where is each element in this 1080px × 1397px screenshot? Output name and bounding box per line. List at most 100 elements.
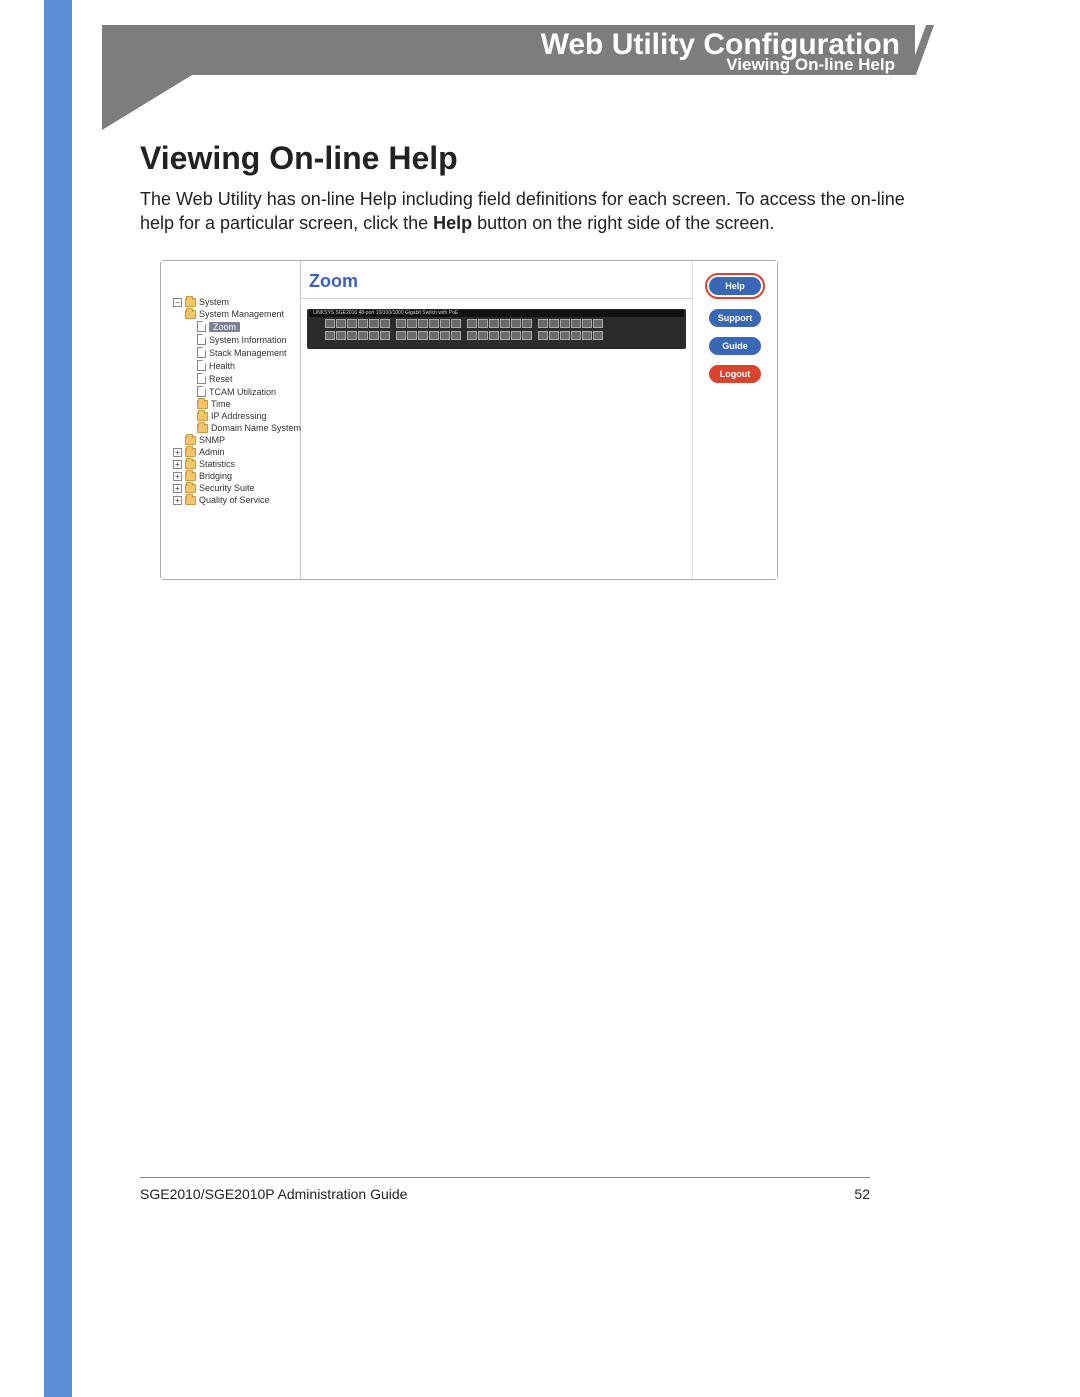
tree-label: System Information bbox=[209, 335, 287, 345]
port-icon bbox=[467, 319, 477, 328]
guide-button[interactable]: Guide bbox=[709, 337, 761, 355]
expand-icon[interactable]: + bbox=[173, 484, 182, 493]
tree-label: Admin bbox=[199, 447, 225, 457]
port-icon bbox=[560, 319, 570, 328]
embedded-screenshot: − System System Management Zoom System I… bbox=[160, 260, 778, 580]
port-icon bbox=[593, 331, 603, 340]
port-icon bbox=[380, 331, 390, 340]
folder-icon bbox=[197, 412, 208, 421]
expand-icon[interactable]: + bbox=[173, 448, 182, 457]
tree-item-security[interactable]: + Security Suite bbox=[171, 482, 300, 494]
footer-page-number: 52 bbox=[854, 1186, 870, 1202]
port-icon bbox=[511, 331, 521, 340]
port-icon bbox=[582, 319, 592, 328]
port-icon bbox=[478, 319, 488, 328]
header-accent bbox=[102, 75, 192, 130]
port-icon bbox=[407, 319, 417, 328]
page-icon bbox=[197, 347, 206, 358]
chapter-subtitle: Viewing On-line Help bbox=[726, 55, 895, 75]
port-icon bbox=[347, 319, 357, 328]
tree-item-tcam[interactable]: TCAM Utilization bbox=[195, 385, 300, 398]
tree-label: Time bbox=[211, 399, 231, 409]
tree-item-system-information[interactable]: System Information bbox=[195, 333, 300, 346]
port-icon bbox=[522, 331, 532, 340]
help-highlight-ring: Help bbox=[705, 273, 765, 299]
section-heading: Viewing On-line Help bbox=[140, 140, 905, 177]
port-icon bbox=[489, 331, 499, 340]
port-icon bbox=[407, 331, 417, 340]
tree-item-stack-management[interactable]: Stack Management bbox=[195, 346, 300, 359]
page-icon bbox=[197, 360, 206, 371]
port-icon bbox=[571, 331, 581, 340]
expand-icon[interactable]: + bbox=[173, 496, 182, 505]
tree-item-snmp[interactable]: SNMP bbox=[183, 434, 300, 446]
tree-label: Security Suite bbox=[199, 483, 255, 493]
content-body: Viewing On-line Help The Web Utility has… bbox=[140, 140, 905, 236]
page: Web Utility Configuration Viewing On-lin… bbox=[0, 0, 1080, 1397]
port-icon bbox=[571, 319, 581, 328]
expand-icon[interactable]: + bbox=[173, 472, 182, 481]
tree-label: Statistics bbox=[199, 459, 235, 469]
port-icon bbox=[429, 331, 439, 340]
tree-item-system[interactable]: − System bbox=[171, 296, 300, 308]
folder-icon bbox=[185, 310, 196, 319]
port-icon bbox=[467, 331, 477, 340]
port-icon bbox=[538, 331, 548, 340]
paragraph-text-bold: Help bbox=[433, 213, 472, 233]
tree-item-zoom[interactable]: Zoom bbox=[195, 320, 300, 333]
port-icon bbox=[358, 319, 368, 328]
port-row-top bbox=[325, 319, 686, 328]
tree-label: Bridging bbox=[199, 471, 232, 481]
port-icon bbox=[336, 331, 346, 340]
side-color-bar bbox=[44, 0, 72, 1397]
tree-item-health[interactable]: Health bbox=[195, 359, 300, 372]
port-icon bbox=[336, 319, 346, 328]
tree-label: System bbox=[199, 297, 229, 307]
port-icon bbox=[549, 319, 559, 328]
port-icon bbox=[418, 319, 428, 328]
logout-button[interactable]: Logout bbox=[709, 365, 761, 383]
help-button[interactable]: Help bbox=[709, 277, 761, 295]
footer-guide-name: SGE2010/SGE2010P Administration Guide bbox=[140, 1186, 407, 1202]
port-icon bbox=[369, 331, 379, 340]
port-icon bbox=[418, 331, 428, 340]
port-icon bbox=[489, 319, 499, 328]
port-icon bbox=[500, 331, 510, 340]
tree-item-dns[interactable]: Domain Name System bbox=[195, 422, 300, 434]
expand-icon[interactable]: + bbox=[173, 460, 182, 469]
folder-icon bbox=[185, 460, 196, 469]
switch-device-graphic: LINKSYS SGE2010 48-port 10/100/1000 Giga… bbox=[307, 309, 686, 349]
folder-icon bbox=[185, 298, 196, 307]
tree-item-bridging[interactable]: + Bridging bbox=[171, 470, 300, 482]
folder-icon bbox=[185, 472, 196, 481]
collapse-icon[interactable]: − bbox=[173, 298, 182, 307]
tree-item-system-management[interactable]: System Management bbox=[183, 308, 300, 320]
port-icon bbox=[451, 331, 461, 340]
tree-label: Domain Name System bbox=[211, 423, 301, 433]
port-icon bbox=[538, 319, 548, 328]
folder-icon bbox=[197, 400, 208, 409]
tree-item-admin[interactable]: + Admin bbox=[171, 446, 300, 458]
right-button-panel: Help Support Guide Logout bbox=[692, 261, 777, 579]
tree-item-qos[interactable]: + Quality of Service bbox=[171, 494, 300, 506]
page-icon bbox=[197, 321, 206, 332]
chapter-header: Web Utility Configuration Viewing On-lin… bbox=[72, 0, 1080, 130]
port-icon bbox=[511, 319, 521, 328]
port-icon bbox=[478, 331, 488, 340]
tree-item-reset[interactable]: Reset bbox=[195, 372, 300, 385]
tree-item-statistics[interactable]: + Statistics bbox=[171, 458, 300, 470]
tree-label: SNMP bbox=[199, 435, 225, 445]
main-panel: Zoom LINKSYS SGE2010 48-port 10/100/1000… bbox=[301, 261, 692, 579]
tree-label: IP Addressing bbox=[211, 411, 266, 421]
tree-item-time[interactable]: Time bbox=[195, 398, 300, 410]
folder-icon bbox=[185, 484, 196, 493]
device-label: LINKSYS SGE2010 48-port 10/100/1000 Giga… bbox=[309, 310, 684, 317]
port-icon bbox=[429, 319, 439, 328]
page-footer: SGE2010/SGE2010P Administration Guide 52 bbox=[140, 1177, 870, 1202]
tree-item-ip-addressing[interactable]: IP Addressing bbox=[195, 410, 300, 422]
page-icon bbox=[197, 373, 206, 384]
nav-tree: − System System Management Zoom System I… bbox=[161, 261, 301, 579]
support-button[interactable]: Support bbox=[709, 309, 761, 327]
port-row-bottom bbox=[325, 331, 686, 340]
port-icon bbox=[451, 319, 461, 328]
